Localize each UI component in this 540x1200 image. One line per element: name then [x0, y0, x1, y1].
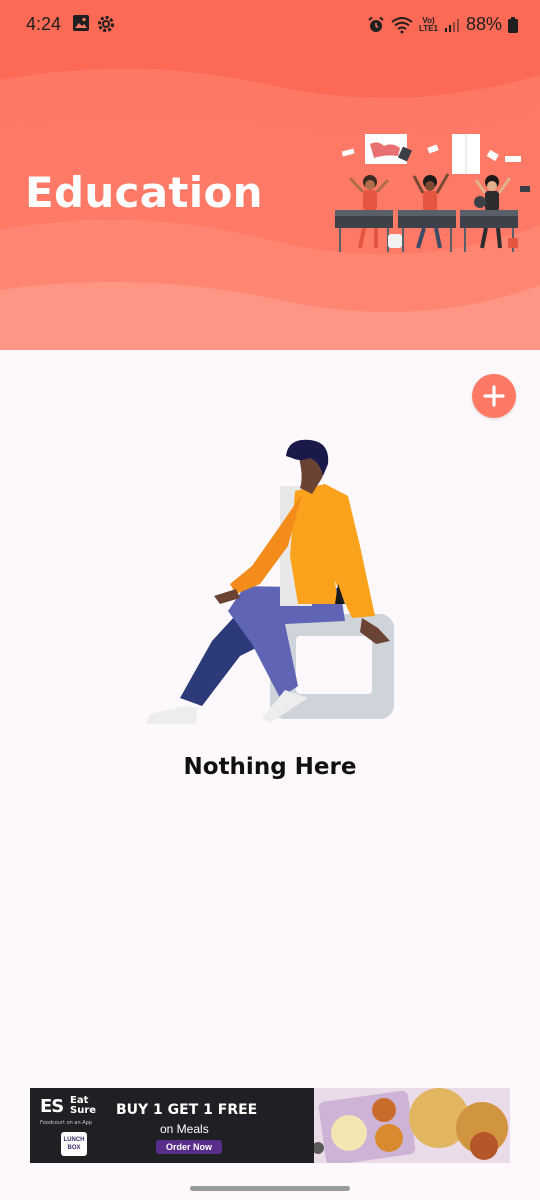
plus-icon [483, 385, 505, 407]
header: 4:24 Vo) LTE1 88% Education [0, 0, 540, 350]
ad-brand-logo: ES Eat Sure Foodcourt on an App [40, 1096, 96, 1127]
status-time: 4:24 [26, 14, 62, 34]
ad-food-image [314, 1088, 510, 1163]
ad-headline: BUY 1 GET 1 FREE [116, 1102, 258, 1118]
ad-banner[interactable]: ES Eat Sure Foodcourt on an App LUNCH BO… [30, 1088, 510, 1163]
lte-label: LTE1 [419, 23, 438, 33]
status-icons-right: Vo) LTE1 88% [367, 14, 518, 35]
ad-order-now-button[interactable]: Order Now [156, 1140, 223, 1154]
ad-brand-name: Eat Sure [70, 1096, 96, 1116]
classroom-students-illustration [335, 134, 530, 252]
person-sitting-illustration [146, 439, 394, 724]
ad-brand-name-line2: Sure [70, 1105, 97, 1116]
alarm-icon [368, 16, 384, 32]
status-bar: 4:24 Vo) LTE1 88% [0, 0, 540, 50]
ad-brand-mark: ES [40, 1096, 64, 1117]
signal-icon [444, 18, 459, 32]
settings-gear-icon [98, 16, 114, 32]
page-title: Education [25, 168, 263, 217]
ad-subline: on Meals [160, 1122, 209, 1136]
ad-lunchbox-line1: LUNCH [63, 1137, 85, 1143]
wifi-icon [391, 16, 413, 33]
empty-state-message: Nothing Here [183, 754, 357, 780]
status-icons-left [72, 14, 116, 34]
ad-lunchbox-logo: LUNCH BOX [61, 1132, 87, 1156]
image-icon [73, 15, 89, 31]
add-button[interactable] [472, 374, 516, 418]
gesture-nav-handle[interactable] [190, 1186, 350, 1191]
ad-lunchbox-line2: BOX [67, 1145, 81, 1151]
battery-percent: 88% [465, 14, 502, 34]
volte-icon: Vo) LTE1 [419, 16, 438, 33]
ad-brand-tagline: Foodcourt on an App [40, 1120, 92, 1126]
battery-icon [508, 16, 518, 33]
